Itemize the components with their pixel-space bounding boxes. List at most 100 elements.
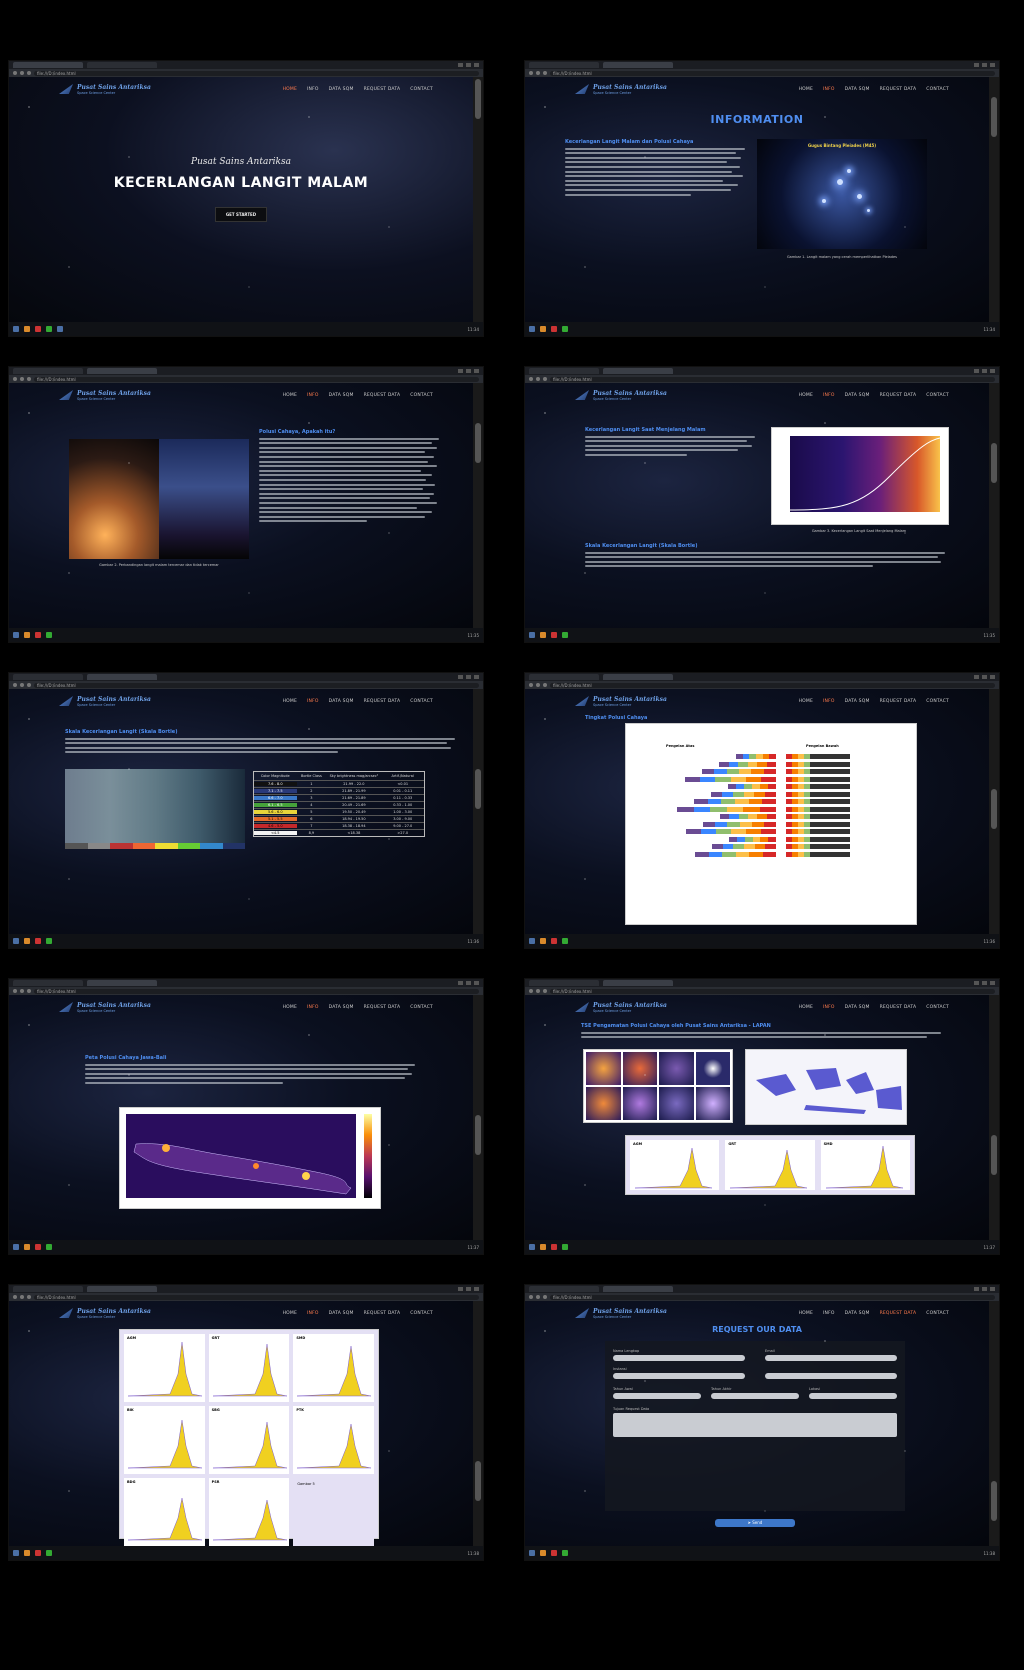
nav-contact[interactable]: CONTACT (410, 393, 433, 398)
start-icon[interactable] (13, 326, 19, 332)
nav-data-sqm[interactable]: DATA SQM (329, 1005, 354, 1010)
fullname-input[interactable] (613, 1355, 745, 1361)
reload-icon[interactable] (543, 989, 547, 993)
browser-tab[interactable] (603, 674, 673, 680)
scrollbar[interactable] (989, 995, 999, 1240)
app-icon[interactable] (551, 938, 557, 944)
address-bar[interactable]: file:///D:/index.html (9, 987, 483, 995)
brand[interactable]: Pusat Sains Antariksa Space Science Cente… (575, 390, 667, 401)
nav-home[interactable]: HOME (799, 87, 813, 92)
close-icon[interactable] (474, 63, 479, 67)
start-icon[interactable] (13, 1550, 19, 1556)
nav-home[interactable]: HOME (283, 1005, 297, 1010)
start-icon[interactable] (529, 326, 535, 332)
back-icon[interactable] (13, 377, 17, 381)
app-icon[interactable] (57, 326, 63, 332)
back-icon[interactable] (529, 377, 533, 381)
nav-home[interactable]: HOME (799, 393, 813, 398)
reload-icon[interactable] (27, 989, 31, 993)
close-icon[interactable] (474, 981, 479, 985)
scrollbar-thumb[interactable] (475, 79, 481, 119)
brand[interactable]: Pusat Sains Antariksa Space Science Cente… (575, 84, 667, 95)
address-bar[interactable]: file:///D:/index.html (525, 681, 999, 689)
app-icon[interactable] (24, 938, 30, 944)
scrollbar[interactable] (989, 77, 999, 322)
nav-data-sqm[interactable]: DATA SQM (845, 1005, 870, 1010)
maximize-icon[interactable] (982, 63, 987, 67)
app-icon[interactable] (540, 1550, 546, 1556)
browser-tab[interactable] (87, 368, 157, 374)
minimize-icon[interactable] (974, 63, 979, 67)
close-icon[interactable] (474, 1287, 479, 1291)
nav-contact[interactable]: CONTACT (926, 699, 949, 704)
scrollbar[interactable] (989, 1301, 999, 1546)
app-icon[interactable] (35, 1244, 41, 1250)
forward-icon[interactable] (20, 989, 24, 993)
maximize-icon[interactable] (982, 981, 987, 985)
app-icon[interactable] (35, 938, 41, 944)
back-icon[interactable] (13, 989, 17, 993)
nav-info[interactable]: INFO (307, 699, 319, 704)
url-field[interactable]: file:///D:/index.html (34, 376, 479, 382)
close-icon[interactable] (474, 675, 479, 679)
scrollbar[interactable] (473, 689, 483, 934)
start-icon[interactable] (529, 938, 535, 944)
nav-data-sqm[interactable]: DATA SQM (845, 87, 870, 92)
minimize-icon[interactable] (458, 369, 463, 373)
back-icon[interactable] (13, 683, 17, 687)
close-icon[interactable] (990, 1287, 995, 1291)
app-icon[interactable] (35, 326, 41, 332)
reload-icon[interactable] (27, 683, 31, 687)
browser-tab[interactable] (87, 980, 157, 986)
nav-request-data[interactable]: REQUEST DATA (364, 699, 401, 704)
url-field[interactable]: file:///D:/index.html (34, 70, 479, 76)
nav-request-data[interactable]: REQUEST DATA (880, 87, 917, 92)
nav-home[interactable]: HOME (799, 1005, 813, 1010)
browser-tab[interactable] (13, 980, 83, 986)
browser-tab[interactable] (87, 62, 157, 68)
nav-home[interactable]: HOME (283, 393, 297, 398)
nav-request-data[interactable]: REQUEST DATA (880, 1005, 917, 1010)
scrollbar[interactable] (473, 383, 483, 628)
back-icon[interactable] (529, 71, 533, 75)
nav-home[interactable]: HOME (799, 1311, 813, 1316)
back-icon[interactable] (529, 683, 533, 687)
url-field[interactable]: file:///D:/index.html (550, 1294, 995, 1300)
browser-tab[interactable] (529, 62, 599, 68)
address-bar[interactable]: file:///D:/index.html (9, 69, 483, 77)
brand[interactable]: Pusat Sains Antariksa Space Science Cente… (59, 390, 151, 401)
email-input[interactable] (765, 1355, 897, 1361)
reload-icon[interactable] (543, 683, 547, 687)
reload-icon[interactable] (543, 377, 547, 381)
app-icon[interactable] (551, 326, 557, 332)
start-icon[interactable] (529, 1244, 535, 1250)
brand[interactable]: Pusat Sains Antariksa Space Science Cente… (59, 1308, 151, 1319)
nav-home[interactable]: HOME (283, 1311, 297, 1316)
nav-data-sqm[interactable]: DATA SQM (845, 1311, 870, 1316)
reload-icon[interactable] (27, 1295, 31, 1299)
back-icon[interactable] (529, 1295, 533, 1299)
app-icon[interactable] (551, 1244, 557, 1250)
forward-icon[interactable] (20, 71, 24, 75)
nav-request-data[interactable]: REQUEST DATA (880, 699, 917, 704)
nav-contact[interactable]: CONTACT (926, 393, 949, 398)
back-icon[interactable] (13, 1295, 17, 1299)
close-icon[interactable] (990, 981, 995, 985)
scrollbar-thumb[interactable] (475, 1115, 481, 1155)
scrollbar[interactable] (473, 1301, 483, 1546)
browser-tab[interactable] (603, 62, 673, 68)
nav-data-sqm[interactable]: DATA SQM (329, 1311, 354, 1316)
back-icon[interactable] (529, 989, 533, 993)
nav-info[interactable]: INFO (307, 393, 319, 398)
browser-tab[interactable] (13, 1286, 83, 1292)
app-icon[interactable] (35, 1550, 41, 1556)
nav-contact[interactable]: CONTACT (926, 87, 949, 92)
extra-input[interactable] (765, 1373, 897, 1379)
nav-info[interactable]: INFO (823, 393, 835, 398)
app-icon[interactable] (24, 632, 30, 638)
url-field[interactable]: file:///D:/index.html (550, 682, 995, 688)
browser-tab[interactable] (529, 980, 599, 986)
app-icon[interactable] (46, 326, 52, 332)
app-icon[interactable] (540, 1244, 546, 1250)
forward-icon[interactable] (536, 1295, 540, 1299)
